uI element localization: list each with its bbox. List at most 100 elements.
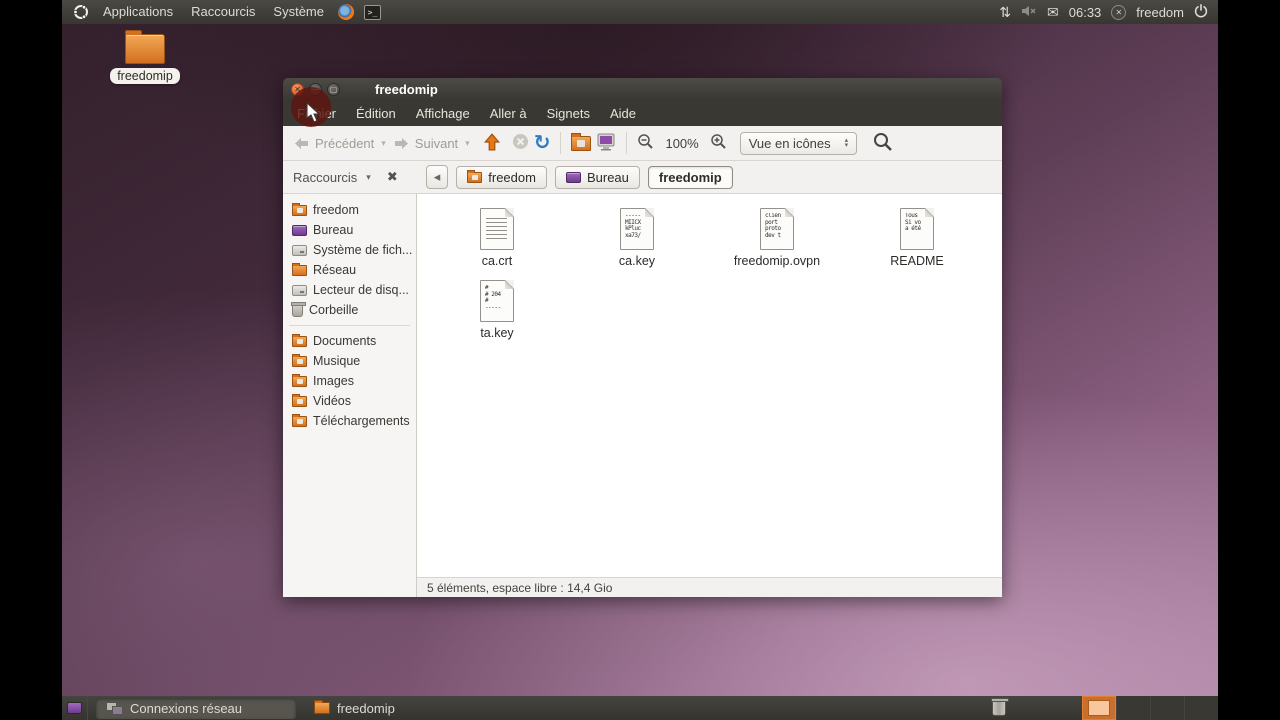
sidebar-item-videos[interactable]: Vidéos [283, 391, 416, 411]
sidebar-item-lecteur-disque[interactable]: Lecteur de disq... [283, 280, 416, 300]
menu-affichage[interactable]: Affichage [406, 103, 480, 124]
desktop-icon-freedomip[interactable]: freedomip [106, 30, 184, 84]
documents-folder-icon [292, 333, 307, 347]
trash-icon [291, 301, 306, 317]
sidebar-item-musique[interactable]: Musique [283, 351, 416, 371]
sidebar-item-telechargements[interactable]: Téléchargements [283, 411, 416, 431]
clock[interactable]: 06:33 [1069, 5, 1102, 20]
desktop-icon [292, 224, 307, 236]
crumb-scroll-left[interactable]: ◂ [425, 165, 449, 189]
network-icon [292, 262, 307, 276]
search-button[interactable] [872, 131, 893, 155]
toolbar: Précédent ▾ Suivant ▾ ↻ 100% Vue en icôn… [283, 126, 1002, 161]
sidebar: freedom Bureau Système de fich... Réseau [283, 194, 417, 597]
menu-edition[interactable]: Édition [346, 103, 406, 124]
sidebar-item-systeme-fichiers[interactable]: Système de fich... [283, 240, 416, 260]
text-file-icon: Tous Si vo a été [900, 208, 934, 250]
sidebar-item-documents[interactable]: Documents [283, 331, 416, 351]
top-panel: Applications Raccourcis Système >_ ⇅ ✉ 0… [62, 0, 1218, 24]
power-icon[interactable] [1194, 3, 1208, 21]
titlebar[interactable]: ✕ — ▢ freedomip [283, 78, 1002, 100]
sidebar-separator [289, 325, 410, 326]
sidebar-item-reseau[interactable]: Réseau [283, 260, 416, 280]
file-ta-key[interactable]: # # 204 # ----- ta.key [427, 280, 567, 352]
disk-drive-icon [292, 284, 307, 296]
stop-button[interactable] [512, 133, 529, 153]
desktop-crumb-icon [565, 171, 581, 183]
computer-button[interactable] [596, 133, 616, 154]
show-desktop-icon [67, 702, 82, 714]
volume-muted-icon[interactable] [1021, 5, 1037, 20]
menu-aller-a[interactable]: Aller à [480, 103, 537, 124]
crumb-freedom[interactable]: freedom [456, 165, 547, 189]
screen: Applications Raccourcis Système >_ ⇅ ✉ 0… [0, 0, 1280, 720]
home-folder-icon [467, 169, 483, 183]
zoom-out-button[interactable] [637, 133, 654, 153]
shortcuts-dropdown[interactable]: Raccourcis ▾ [293, 170, 373, 185]
file-ca-key[interactable]: ----- MIICX kPluc xa73/ ca.key [567, 208, 707, 280]
text-file-icon: # # 204 # ----- [480, 280, 514, 322]
spinner-arrows-icon: ▴ ▾ [844, 137, 849, 149]
file-ca-crt[interactable]: ca.crt [427, 208, 567, 280]
menu-applications[interactable]: Applications [94, 0, 182, 24]
folder-icon [125, 30, 165, 64]
workspace-4[interactable] [1184, 696, 1218, 720]
menu-systeme[interactable]: Système [264, 0, 333, 24]
reload-button[interactable]: ↻ [534, 133, 551, 153]
file-view: ca.crt ----- MIICX kPluc xa73/ ca.key cl… [417, 194, 1002, 597]
workspace-3[interactable] [1150, 696, 1184, 720]
close-location-icon[interactable]: ✖ [387, 169, 398, 185]
workspace-2[interactable] [1116, 696, 1150, 720]
home-button[interactable] [571, 132, 592, 151]
videos-folder-icon [292, 393, 307, 407]
zoom-in-button[interactable] [710, 133, 727, 153]
sidebar-item-freedom[interactable]: freedom [283, 200, 416, 220]
sidebar-item-bureau[interactable]: Bureau [283, 220, 416, 240]
menu-raccourcis[interactable]: Raccourcis [182, 0, 264, 24]
session-user-label[interactable]: freedom [1136, 5, 1184, 20]
menu-aide[interactable]: Aide [600, 103, 646, 124]
firefox-launcher-icon[interactable] [337, 4, 354, 20]
back-button[interactable]: Précédent ▾ [293, 136, 388, 151]
desktop-icon-label: freedomip [110, 68, 180, 84]
text-file-icon [480, 208, 514, 250]
maximize-button[interactable]: ▢ [327, 82, 340, 96]
presence-icon[interactable]: ✕ [1111, 4, 1127, 20]
menu-signets[interactable]: Signets [537, 103, 600, 124]
forward-button[interactable]: Suivant ▾ [393, 136, 472, 151]
zoom-level: 100% [665, 135, 699, 151]
file-freedomip-ovpn[interactable]: clien port proto dev t freedomip.ovpn [707, 208, 847, 280]
crumb-freedomip[interactable]: freedomip [647, 165, 733, 189]
terminal-launcher-icon[interactable]: >_ [363, 4, 381, 20]
text-file-icon: ----- MIICX kPluc xa73/ [620, 208, 654, 250]
bottom-panel: Connexions réseau freedomip [62, 696, 1218, 720]
file-readme[interactable]: Tous Si vo a été README [847, 208, 987, 280]
menubar: Fichier Édition Affichage Aller à Signet… [283, 87, 1002, 127]
sidebar-item-corbeille[interactable]: Corbeille [283, 300, 416, 320]
file-manager-window: ✕ — ▢ freedomip Fichier Édition Affichag… [283, 78, 1002, 597]
folder-icon [314, 700, 330, 714]
workspace-1[interactable] [1082, 696, 1116, 720]
show-desktop-button[interactable] [62, 696, 88, 720]
desktop: Applications Raccourcis Système >_ ⇅ ✉ 0… [62, 0, 1218, 720]
filesystem-icon [292, 244, 307, 256]
up-button[interactable] [483, 132, 501, 154]
view-mode-select[interactable]: Vue en icônes ▴ ▾ [739, 131, 858, 155]
crumb-bureau[interactable]: Bureau [554, 165, 640, 189]
network-traffic-icon[interactable]: ⇅ [999, 4, 1011, 21]
images-folder-icon [292, 373, 307, 387]
sidebar-item-images[interactable]: Images [283, 371, 416, 391]
back-arrow-icon [295, 137, 308, 149]
mail-icon[interactable]: ✉ [1047, 4, 1059, 21]
workspace-switcher [1082, 696, 1218, 720]
downloads-folder-icon [292, 413, 307, 427]
task-connexions-reseau[interactable]: Connexions réseau [96, 697, 296, 719]
location-bar: Raccourcis ▾ ✖ ◂ freedom Bureau freedomi… [283, 161, 1002, 194]
workspace-window-thumb [1088, 700, 1110, 716]
network-connections-icon [106, 701, 123, 715]
trash-applet-icon[interactable] [991, 698, 1009, 716]
task-freedomip[interactable]: freedomip [304, 698, 539, 719]
mouse-cursor [305, 101, 321, 127]
window-title: freedomip [375, 81, 438, 97]
ubuntu-logo-icon[interactable] [73, 4, 89, 20]
